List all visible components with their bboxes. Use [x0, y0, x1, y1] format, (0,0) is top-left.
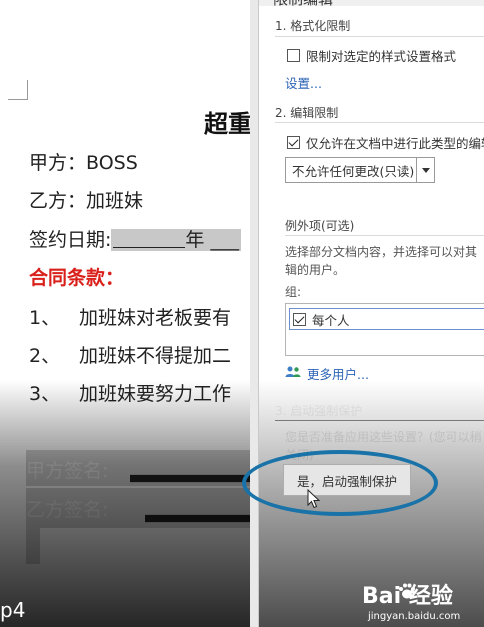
section-divider — [275, 420, 484, 421]
signature-b-line — [145, 514, 250, 523]
signature-a-label: 甲方签名: — [26, 460, 109, 482]
section-editing-title: 2. 编辑限制 — [275, 106, 339, 120]
more-users-link[interactable]: 更多用户... — [307, 364, 369, 383]
clause-text: 加班妹对老板要有 — [79, 307, 232, 329]
chevron-down-icon[interactable] — [416, 158, 434, 182]
clauses-heading: 合同条款： — [29, 267, 125, 289]
formatting-restriction-row[interactable]: 限制对选定的样式设置格式 — [287, 46, 456, 65]
group-item-everyone[interactable]: 每个人 — [289, 308, 484, 330]
sign-date-line: 签约日期: 年 ___ — [29, 225, 241, 252]
clause-number: 3、 — [29, 383, 61, 405]
watermark-url: jingyan.baidu.com — [368, 611, 461, 622]
users-icon — [285, 366, 301, 377]
signature-b-label: 乙方签名: — [26, 499, 109, 521]
formatting-restriction-checkbox[interactable] — [287, 49, 300, 62]
party-a-line: 甲方：BOSS — [29, 152, 138, 174]
start-enforcing-button[interactable]: 是，启动强制保护 — [283, 464, 411, 496]
section-enforce-title: 3. 启动强制保护 — [275, 404, 363, 418]
exceptions-desc-line1: 选择部分文档内容，并选择可以对其 — [285, 245, 478, 259]
party-b-line: 乙方：加班妹 — [29, 190, 144, 212]
page-corner-mark — [8, 80, 28, 100]
formatting-restriction-label: 限制对选定的样式设置格式 — [306, 49, 457, 64]
document-title: 超重 — [204, 110, 250, 138]
pane-splitter[interactable] — [250, 0, 258, 627]
edit-type-select[interactable]: 不允许任何更改(只读) — [285, 157, 435, 183]
edit-type-value: 不允许任何更改(只读) — [292, 163, 415, 179]
section-divider — [275, 36, 484, 37]
editing-restriction-checkbox[interactable] — [287, 136, 300, 149]
clause-text: 加班妹不得提加二 — [79, 345, 232, 367]
pane-header: 限制编辑 — [273, 0, 333, 9]
signature-gap-highlight — [26, 528, 40, 564]
document-page[interactable]: 超重 甲方：BOSS 乙方：加班妹 签约日期: 年 ___ 合同条款： 1、 加班妹… — [0, 0, 250, 627]
formatting-settings-link[interactable]: 设置... — [285, 73, 322, 92]
editing-restriction-label: 仅允许在文档中进行此类型的编辑 — [306, 136, 484, 151]
enforce-desc-line2: 关闭) — [285, 448, 314, 462]
group-everyone-checkbox[interactable] — [293, 312, 306, 326]
clause-item: 1、 加班妹对老板要有 — [29, 303, 231, 330]
page-label: p4 — [0, 598, 26, 622]
exceptions-desc-line2: 辑的用户。 — [285, 263, 346, 277]
enforce-desc-line1: 您是否准备应用这些设置？(您可以稍 — [285, 430, 482, 444]
editing-restriction-row[interactable]: 仅允许在文档中进行此类型的编辑 — [287, 133, 484, 152]
clause-number: 1、 — [29, 307, 61, 329]
section-formatting-title: 1. 格式化限制 — [275, 19, 351, 33]
clause-text: 加班妹要努力工作 — [79, 383, 232, 405]
exceptions-title: 例外项(可选) — [285, 219, 355, 233]
sign-date-label: 签约日期: — [29, 229, 112, 251]
clause-number: 2、 — [29, 345, 61, 367]
mouse-cursor-icon — [307, 489, 321, 509]
group-item-label: 每个人 — [312, 312, 350, 328]
sign-date-field[interactable]: 年 ___ — [111, 229, 241, 251]
clause-item: 2、 加班妹不得提加二 — [29, 341, 231, 368]
restrict-editing-pane: 限制编辑 1. 格式化限制 限制对选定的样式设置格式 设置... 2. 编辑限制… — [258, 0, 484, 627]
section-divider — [275, 122, 484, 123]
group-list[interactable]: 每个人 — [285, 303, 484, 356]
group-label: 组: — [285, 285, 302, 299]
paw-icon — [399, 583, 415, 599]
clause-item: 3、 加班妹要努力工作 — [29, 379, 231, 406]
section-divider — [285, 235, 484, 236]
sign-date-year: 年 — [185, 229, 205, 251]
signature-a-line — [130, 474, 250, 483]
